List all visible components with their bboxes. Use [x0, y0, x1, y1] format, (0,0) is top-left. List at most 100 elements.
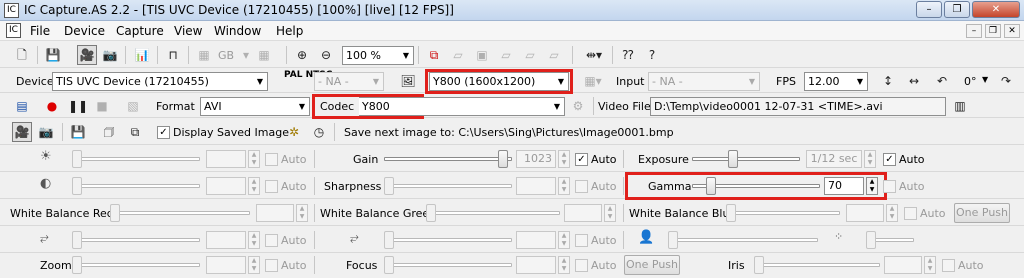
hue-value[interactable]: [206, 231, 246, 249]
image-save-icon[interactable]: 💾: [68, 122, 88, 142]
iris-spinner[interactable]: ▲ ▼: [924, 256, 936, 274]
overlay-icon-2[interactable]: ▣: [472, 45, 492, 65]
mdi-restore-button[interactable]: ❐: [985, 24, 1001, 38]
zoom-in-icon[interactable]: ⊕: [292, 45, 312, 65]
saturation-auto-checkbox[interactable]: [575, 234, 588, 247]
gain-value[interactable]: 1023: [516, 150, 556, 168]
zoom-slider-thumb[interactable]: [72, 256, 82, 274]
trigger-icon[interactable]: ⊓: [163, 45, 183, 65]
menu-file[interactable]: File: [30, 24, 50, 38]
exposure-auto-checkbox[interactable]: ✓: [883, 153, 896, 166]
sharpness-auto-checkbox[interactable]: [575, 180, 588, 193]
iris-value[interactable]: [884, 256, 922, 274]
sharpness-value[interactable]: [516, 177, 556, 195]
network-icon[interactable]: ⇹▾: [580, 45, 608, 65]
gamma-slider-thumb[interactable]: [706, 177, 716, 195]
mdi-minimize-button[interactable]: –: [966, 24, 982, 38]
record-icon[interactable]: ●: [42, 96, 62, 116]
zoom-out-icon[interactable]: ⊖: [316, 45, 336, 65]
dots-slider-thumb[interactable]: [866, 231, 876, 249]
pause-icon[interactable]: ❚❚: [67, 96, 88, 116]
snapshot-icon[interactable]: 📷: [100, 45, 120, 65]
focus-slider-track[interactable]: [384, 263, 512, 267]
wb-green-slider-thumb[interactable]: [426, 204, 436, 222]
gamma-value[interactable]: 70: [824, 177, 864, 195]
mdi-close-button[interactable]: ✕: [1004, 24, 1020, 38]
exposure-spinner[interactable]: ▲ ▼: [864, 150, 876, 168]
overlay-icon-5[interactable]: ▱: [544, 45, 564, 65]
zoom-value[interactable]: [206, 256, 246, 274]
sharpness-spinner[interactable]: ▲ ▼: [558, 177, 570, 195]
timer-icon[interactable]: ◷: [309, 122, 329, 142]
brightness-value[interactable]: [206, 150, 246, 168]
capture-settings-icon[interactable]: ▤: [12, 96, 32, 116]
gain-slider-track[interactable]: [384, 157, 512, 161]
zoom-auto-checkbox[interactable]: [265, 259, 278, 272]
overlay-icon-4[interactable]: ▱: [520, 45, 540, 65]
auto-image-icon[interactable]: ✲: [284, 122, 304, 142]
wb-one-push-button[interactable]: One Push: [954, 203, 1010, 223]
display-saved-checkbox[interactable]: ✓: [157, 126, 170, 139]
person-slider-track[interactable]: [668, 238, 818, 242]
zoom-slider-track[interactable]: [72, 263, 200, 267]
live-video-icon[interactable]: 🎥: [77, 45, 97, 65]
brightness-spinner[interactable]: ▲ ▼: [248, 150, 260, 168]
flip-horizontal-icon[interactable]: ↔: [904, 71, 924, 91]
wb-blue-slider-thumb[interactable]: [726, 204, 736, 222]
zoom-select[interactable]: 100 % ▼: [342, 46, 414, 65]
device-select[interactable]: TIS UVC Device (17210455) ▼: [52, 72, 268, 91]
image-copy-icon[interactable]: ⧉: [125, 122, 145, 142]
contrast-slider-thumb[interactable]: [72, 177, 82, 195]
image-settings-icon[interactable]: 🗇: [99, 122, 119, 142]
brightness-auto-checkbox[interactable]: [265, 153, 278, 166]
saturation-value[interactable]: [516, 231, 556, 249]
overlay-icon-3[interactable]: ▱: [496, 45, 516, 65]
minimize-button[interactable]: –: [916, 1, 942, 18]
contrast-slider-track[interactable]: [72, 184, 200, 188]
menu-capture[interactable]: Capture: [116, 24, 164, 38]
menu-help[interactable]: Help: [276, 24, 303, 38]
hue-slider-thumb[interactable]: [72, 231, 82, 249]
wb-green-spinner[interactable]: ▲ ▼: [604, 204, 616, 222]
wb-red-slider-thumb[interactable]: [110, 204, 120, 222]
saturation-slider-thumb[interactable]: [384, 231, 394, 249]
saturation-spinner[interactable]: ▲ ▼: [558, 231, 570, 249]
grid-icon[interactable]: ▦▾: [580, 71, 606, 91]
new-icon[interactable]: 🗋: [12, 45, 32, 65]
sharpness-slider-thumb[interactable]: [384, 177, 394, 195]
codec-select[interactable]: Y800 ▼: [359, 97, 565, 116]
pattern-icon[interactable]: ▦: [254, 45, 274, 65]
roi-icon[interactable]: ⧉: [424, 45, 444, 65]
hue-auto-checkbox[interactable]: [265, 234, 278, 247]
focus-spinner[interactable]: ▲ ▼: [558, 256, 570, 274]
rotate-right-icon[interactable]: ↷: [996, 71, 1016, 91]
iris-slider-thumb[interactable]: [754, 256, 764, 274]
codec-properties-icon[interactable]: ⚙: [568, 96, 588, 116]
focus-auto-checkbox[interactable]: [575, 259, 588, 272]
maximize-button[interactable]: ❐: [944, 1, 970, 18]
iris-slider-track[interactable]: [754, 263, 880, 267]
rotate-left-icon[interactable]: ↶: [932, 71, 952, 91]
help-icon[interactable]: ?: [642, 45, 662, 65]
focus-one-push-button[interactable]: One Push: [624, 255, 680, 275]
menu-view[interactable]: View: [174, 24, 202, 38]
wb-blue-spinner[interactable]: ▲ ▼: [886, 204, 898, 222]
video-file-field[interactable]: D:\Temp\video0001 12-07-31 <TIME>.avi: [650, 97, 946, 116]
image-snapshot-icon[interactable]: 📷: [36, 122, 56, 142]
menu-device[interactable]: Device: [64, 24, 105, 38]
wb-red-value[interactable]: [256, 204, 294, 222]
input-select[interactable]: - NA - ▼: [648, 72, 760, 91]
stop-icon[interactable]: ■: [92, 96, 112, 116]
histogram-icon[interactable]: 📊: [132, 45, 152, 65]
sharpness-slider-track[interactable]: [384, 184, 512, 188]
color-format-icon[interactable]: ▦: [194, 45, 214, 65]
wb-blue-value[interactable]: [846, 204, 884, 222]
video-norm-select[interactable]: - NA - ▼: [314, 72, 384, 91]
browse-file-icon[interactable]: ▥: [950, 96, 970, 116]
rotation-dropdown-icon[interactable]: ▼: [982, 75, 988, 84]
close-button[interactable]: ✕: [972, 1, 1020, 18]
gamma-spinner[interactable]: ▲ ▼: [866, 177, 878, 195]
gain-spinner[interactable]: ▲ ▼: [558, 150, 570, 168]
mdi-app-icon[interactable]: IC: [6, 23, 21, 38]
wb-red-spinner[interactable]: ▲ ▼: [296, 204, 308, 222]
